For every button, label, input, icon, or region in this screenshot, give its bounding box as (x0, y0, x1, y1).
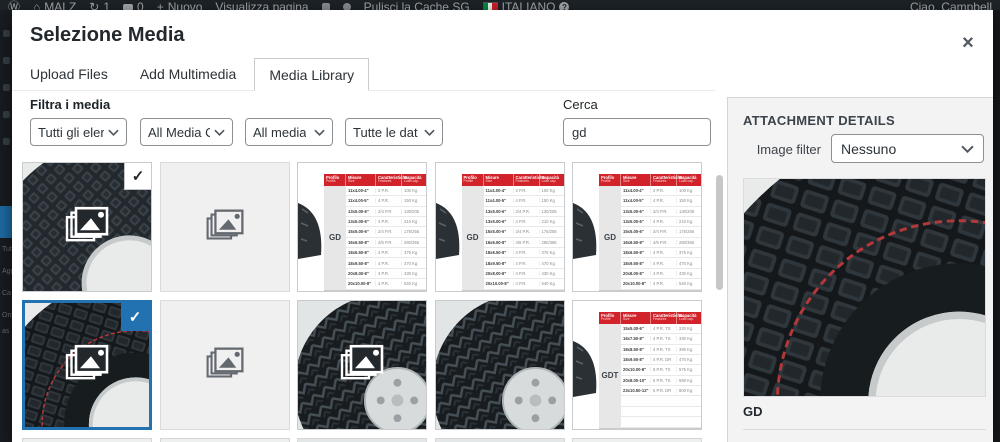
admin-bar-new[interactable]: + Nuovo (157, 0, 203, 10)
close-icon[interactable]: × (955, 30, 981, 56)
wordpress-logo-icon[interactable]: Ⓦ (8, 1, 20, 10)
tab-add-multimedia[interactable]: Add Multimedia (126, 58, 251, 90)
spec-table-thumbnail: Profilo Profile Misure Size Caratteristiche F… (461, 174, 564, 291)
screen: Ⓦ ⌂ MALZ ↻ 1 0 + Nuovo Visualizza pagina (0, 0, 1000, 442)
sidebar-icon (2, 111, 10, 118)
gallery-stack-icon (205, 209, 245, 244)
media-item-placeholder[interactable] (159, 300, 290, 430)
admin-bar-view-page[interactable]: Visualizza pagina (215, 0, 308, 10)
filter-category-select[interactable]: All Media C (140, 118, 233, 146)
media-item-partial[interactable] (434, 438, 565, 442)
filter-type-select[interactable]: Tutti gli eler (30, 118, 127, 146)
gallery-stack-icon (205, 347, 245, 382)
media-item-spec-table-gd[interactable]: Profilo Profile Misure Size Caratteristiche F… (297, 162, 427, 292)
media-item-partial[interactable] (159, 438, 290, 442)
tire-photo-large (744, 179, 985, 396)
admin-bar-updates[interactable]: ↻ 1 (89, 0, 110, 10)
modal-title: Selezione Media (30, 24, 185, 46)
attachment-details-heading: ATTACHMENT DETAILS (743, 113, 895, 128)
media-item-tire-rim[interactable] (297, 300, 427, 430)
media-modal: Selezione Media × Upload Files Add Multi… (12, 10, 993, 442)
chevron-down-icon (424, 129, 435, 136)
filter-media-select[interactable]: All media (245, 118, 333, 146)
sidebar-fragment: as (2, 328, 10, 335)
cache-label: Pulisci la Cache SG (363, 0, 470, 10)
new-label: Nuovo (167, 0, 203, 10)
updates-count: 1 (103, 0, 111, 10)
media-grid: ✓ Profilo Profile Misure Size Caratteristich… (22, 162, 722, 442)
sidebar-fragment: Agg (2, 268, 12, 275)
filter-type-value: Tutti gli eler (38, 124, 104, 140)
spec-table-thumbnail: Profilo Profile Misure Size Caratteristiche F… (324, 174, 426, 291)
filter-media-value: All media (253, 124, 307, 140)
view-page-label: Visualizza pagina (215, 0, 309, 10)
media-item-tire-knobby[interactable]: ✓ (22, 162, 152, 292)
spec-table-thumbnail: Profilo Profile Misure Size Caratteristiche F… (599, 312, 701, 429)
search-input[interactable] (563, 118, 711, 146)
tab-upload-files[interactable]: Upload Files (16, 58, 122, 90)
tire-photo (436, 301, 564, 429)
home-icon: ⌂ (33, 0, 41, 10)
admin-bar-cache[interactable]: Pulisci la Cache SG (364, 0, 470, 10)
admin-bar-greeting[interactable]: Ciao, Campbell (910, 0, 992, 10)
media-item-spec-table-gd[interactable]: Profilo Profile Misure Size Caratteristiche F… (572, 162, 702, 292)
image-filter-select[interactable]: Nessuno (831, 134, 984, 163)
sidebar-fragment: Ord (2, 312, 12, 319)
sidebar-icon (2, 84, 10, 91)
plugin-dot-icon[interactable] (342, 3, 351, 10)
admin-bar-language[interactable]: ITALIANO ? (482, 0, 570, 10)
site-name: MALZ (44, 0, 77, 10)
sidebar-fragment: Ca (2, 290, 11, 297)
panel-divider (743, 429, 986, 430)
check-icon: ✓ (124, 163, 151, 190)
search-label: Cerca (563, 97, 598, 112)
filter-date-select[interactable]: Tutte le dat (345, 118, 443, 146)
italian-flag-icon (482, 2, 498, 10)
admin-bar-comments[interactable]: 0 (123, 0, 144, 10)
sidebar-icon (2, 57, 10, 64)
plus-icon: + (156, 0, 164, 10)
updates-icon: ↻ (89, 0, 100, 10)
media-item-tire-turf-selected[interactable]: ✓ (22, 300, 152, 430)
media-item-partial[interactable] (22, 438, 152, 442)
media-item-tire-rim[interactable] (434, 300, 565, 430)
image-filter-value: Nessuno (841, 140, 897, 157)
gallery-stack-icon (64, 206, 110, 246)
grid-scrollbar-thumb[interactable] (716, 175, 723, 290)
tab-media-library[interactable]: Media Library (254, 58, 370, 91)
sidebar-icon (2, 138, 10, 145)
media-item-partial[interactable] (572, 438, 702, 442)
chevron-down-icon (214, 129, 225, 136)
attachment-details-panel: ATTACHMENT DETAILS Image filter Nessuno … (727, 97, 993, 442)
chevron-down-icon (314, 129, 325, 136)
media-item-partial[interactable] (297, 438, 427, 442)
sidebar-fragment: Tut (2, 246, 12, 253)
sidebar-icon (2, 30, 10, 37)
admin-top-bar: Ⓦ ⌂ MALZ ↻ 1 0 + Nuovo Visualizza pagina (0, 0, 1000, 10)
check-icon: ✓ (121, 303, 149, 331)
filter-date-value: Tutte le dat (353, 124, 418, 140)
sidebar-active-item (0, 206, 12, 238)
gallery-stack-icon (64, 344, 110, 384)
plugin-icon[interactable] (321, 3, 330, 10)
media-item-placeholder[interactable] (159, 162, 290, 292)
attachment-preview (743, 178, 986, 397)
filter-heading: Filtra i media (30, 97, 111, 112)
gallery-stack-icon (339, 344, 385, 384)
language-label: ITALIANO (501, 0, 556, 10)
image-filter-label: Image filter (756, 142, 821, 157)
media-item-spec-table-gdt[interactable]: Profilo Profile Misure Size Caratteristiche F… (572, 300, 702, 430)
spec-table-thumbnail: Profilo Profile Misure Size Caratteristiche F… (599, 174, 701, 291)
chevron-down-icon (961, 145, 974, 153)
admin-bar-site[interactable]: ⌂ MALZ (33, 0, 76, 10)
attachment-caption: GD (743, 404, 763, 419)
filter-category-value: All Media C (148, 124, 210, 140)
media-item-spec-table-gd[interactable]: Profilo Profile Misure Size Caratteristiche F… (434, 162, 565, 292)
admin-sidebar-strip: Tut Agg Ca Ord as (0, 10, 12, 442)
comments-count: 0 (137, 0, 144, 10)
chevron-down-icon (108, 129, 119, 136)
help-icon: ? (559, 2, 570, 10)
tab-bar: Upload Files Add Multimedia Media Librar… (12, 58, 715, 91)
greeting-label: Ciao, Campbell (909, 0, 992, 10)
